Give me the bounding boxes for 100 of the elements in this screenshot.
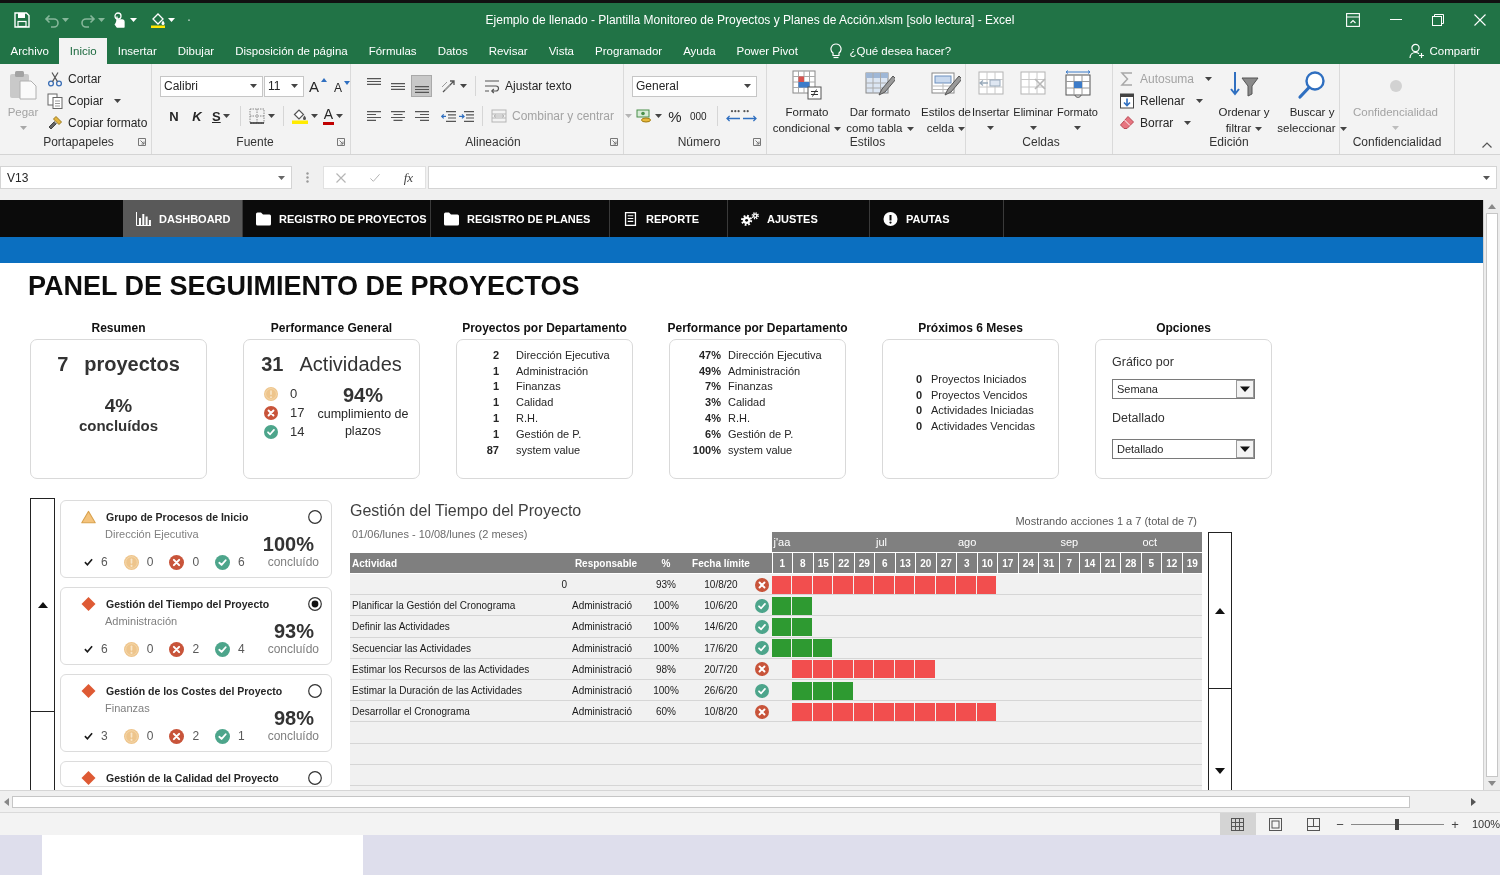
corner-arrow-icon[interactable] (753, 137, 761, 146)
ribbon-tab[interactable]: Dibujar (167, 38, 225, 64)
metric-label: Actividades Iniciadas (931, 404, 1034, 417)
project-count: 1 (492, 396, 499, 409)
thousands-button[interactable]: 000 (688, 105, 709, 127)
triangle-right-icon[interactable] (1471, 797, 1476, 806)
radio-button[interactable] (308, 771, 322, 785)
performance-percent: 7% (705, 380, 721, 393)
clear-button[interactable]: Borrar (1119, 112, 1213, 134)
corner-arrow-icon[interactable] (138, 137, 146, 146)
ribbon-tab[interactable]: Power Pivot (726, 38, 809, 64)
owner-name: Administració (571, 706, 633, 718)
name-box[interactable]: V13 (0, 166, 292, 189)
check-icon[interactable] (369, 172, 380, 183)
paint-bucket-icon[interactable] (150, 11, 166, 28)
triangle-down-icon[interactable] (1215, 768, 1225, 774)
project-card[interactable]: Grupo de Procesos de Inicio Dirección Ejecutiva 100% 6 0 0 6 concluído (60, 500, 332, 578)
tell-me-field[interactable]: ¿Qué desea hacer? (849, 45, 970, 57)
font-color-button[interactable]: A (320, 105, 345, 127)
project-card[interactable]: Gestión del Tiempo del Proyecto Administración 93% 6 0 2 4 concluído (60, 587, 332, 665)
due-date: 26/6/20 (704, 685, 738, 697)
dropdown-field[interactable]: Semana (1112, 379, 1255, 399)
table-scroller[interactable] (1208, 532, 1232, 790)
project-card[interactable]: Gestión de la Calidad del Proyecto (60, 761, 332, 787)
borders-icon[interactable] (248, 108, 265, 124)
percent-button[interactable]: % (665, 105, 685, 127)
cells-button[interactable]: Formato (1055, 70, 1100, 130)
save-icon[interactable] (14, 11, 30, 28)
caret-icon (655, 114, 662, 118)
cells-button[interactable]: Insertar (970, 70, 1012, 130)
triangle-up-icon[interactable] (37, 602, 48, 608)
dropdown-field[interactable]: Detallado (1112, 439, 1255, 459)
grow-font-button[interactable]: A (307, 75, 329, 97)
panel-heading: Performance General (270, 320, 393, 336)
project-title: Gestión del Tiempo del Proyecto (106, 598, 270, 610)
project-card[interactable]: Gestión de los Costes del Proyecto Finanzas 98% 3 0 2 1 concluído (60, 674, 332, 752)
copy-button[interactable]: Copiar (47, 90, 148, 112)
slider-thumb[interactable] (1395, 818, 1400, 830)
ribbon-display-icon[interactable] (1346, 12, 1360, 27)
chevron-up-icon[interactable] (1482, 142, 1492, 148)
banknote-icon[interactable] (636, 108, 652, 124)
number-format-field[interactable]: General (632, 75, 757, 97)
zoom-in-button[interactable]: + (1448, 816, 1462, 832)
normal-view-button[interactable] (1220, 813, 1256, 835)
ribbon-tab[interactable]: Fórmulas (358, 38, 428, 64)
ribbon-tab[interactable]: Revisar (478, 38, 539, 64)
ribbon-tab[interactable]: Vista (538, 38, 585, 64)
fill-button[interactable]: Rellenar (1119, 90, 1213, 112)
project-title: Gestión de los Costes del Proyecto (106, 685, 283, 697)
card-scroller[interactable] (30, 498, 55, 790)
gears-icon (741, 211, 759, 226)
ribbon-tab[interactable]: Archivo (0, 38, 60, 64)
radio-button[interactable] (308, 510, 322, 524)
insert-function-button[interactable]: fx (403, 169, 414, 186)
diagonal-arrow-icon[interactable] (441, 78, 457, 94)
styles-button[interactable]: Formato condicional (770, 70, 844, 136)
ribbon-tab[interactable]: Insertar (107, 38, 168, 64)
restore-icon[interactable] (1432, 13, 1444, 26)
scrollbar-thumb[interactable] (12, 795, 1410, 808)
formula-field[interactable] (428, 166, 1497, 189)
triangle-up-icon[interactable] (1215, 607, 1225, 614)
hand-icon[interactable] (112, 11, 128, 28)
corner-arrow-icon[interactable] (337, 137, 345, 146)
radio-button[interactable] (308, 597, 322, 611)
ribbon-tab[interactable]: Datos (427, 38, 479, 64)
wrap-text-icon (484, 78, 500, 94)
dots-arrow-left-icon[interactable] (725, 110, 740, 122)
week-label: 7 (1066, 557, 1073, 569)
font-name-field[interactable]: Calibri (160, 75, 263, 97)
caret-icon (267, 114, 275, 118)
cut-button[interactable]: Cortar (47, 68, 148, 90)
ribbon-tab[interactable]: Programador (584, 38, 673, 64)
paint-bucket-icon[interactable] (291, 108, 308, 124)
italic-button[interactable]: K (187, 105, 207, 127)
week-label: 24 (1022, 557, 1034, 569)
font-size-field[interactable]: 11 (264, 75, 304, 97)
sort-filter-button[interactable]: Ordenar y filtrar (1214, 70, 1275, 136)
ribbon-tab[interactable]: Inicio (59, 38, 108, 64)
shrink-font-button[interactable]: A (332, 75, 353, 97)
corner-arrow-icon[interactable] (610, 137, 618, 146)
wrap-text-button[interactable]: Ajustar texto (484, 75, 572, 97)
styles-button[interactable]: Dar formato como tabla (844, 70, 916, 136)
radio-button[interactable] (308, 684, 322, 698)
share-button[interactable]: Compartir (1408, 38, 1480, 64)
underline-button[interactable]: S (210, 105, 232, 127)
dots-arrow-right-icon[interactable] (742, 110, 757, 122)
ribbon-tab[interactable]: Ayuda (672, 38, 727, 64)
close-icon[interactable] (1474, 13, 1486, 26)
format-painter-button[interactable]: Copiar formato (47, 112, 148, 134)
ribbon-tab[interactable]: Disposición de página (224, 38, 359, 64)
cells-button[interactable]: Eliminar (1011, 70, 1056, 130)
vertical-align-button[interactable] (411, 75, 432, 97)
scrollbar-thumb[interactable] (1486, 213, 1498, 777)
completion-label: concluídos (78, 417, 159, 435)
bold-button[interactable]: N (164, 105, 184, 127)
indent-icon[interactable] (459, 110, 474, 122)
zoom-out-button[interactable]: − (1333, 816, 1347, 832)
outdent-icon[interactable] (441, 110, 456, 122)
nav-tab[interactable]: DASHBOARD (123, 200, 243, 237)
triangle-left-icon[interactable] (4, 797, 9, 806)
